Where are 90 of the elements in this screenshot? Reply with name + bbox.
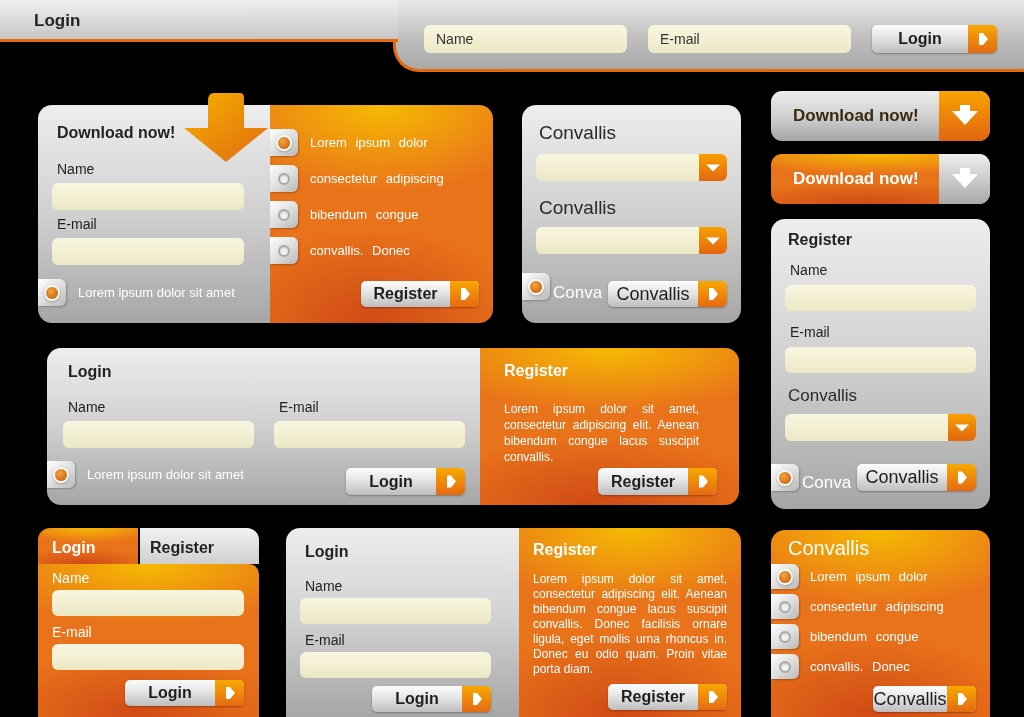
- arrow-right-icon: [450, 281, 479, 307]
- arrow-right-icon: [947, 686, 976, 712]
- text-field[interactable]: [785, 347, 976, 373]
- register-button[interactable]: Register: [608, 684, 727, 710]
- field-label: E-mail: [790, 324, 830, 341]
- text-field[interactable]: [63, 421, 254, 448]
- option-label: bibendum congue: [810, 628, 919, 645]
- arrow-down-icon: [939, 154, 990, 204]
- arrow-right-icon: [462, 686, 491, 712]
- option-label: consectetur adipiscing: [810, 598, 944, 615]
- caret-down-icon: [948, 414, 976, 441]
- radio-button[interactable]: [38, 279, 66, 306]
- field-label: Name: [57, 161, 95, 178]
- bar-title: Login: [34, 11, 81, 31]
- field-label: Name: [52, 570, 90, 587]
- email-field[interactable]: E-mail: [648, 25, 851, 53]
- login-button[interactable]: Login: [372, 686, 491, 712]
- radio-button[interactable]: [771, 624, 799, 649]
- radio-button[interactable]: [771, 564, 799, 589]
- radio-button[interactable]: [771, 594, 799, 619]
- field-label: Convallis: [788, 385, 857, 407]
- option-label: Lorem ipsum dolor: [810, 568, 928, 585]
- tab[interactable]: Register: [140, 528, 259, 564]
- field-label: Convallis: [539, 197, 617, 219]
- login-button[interactable]: Login: [346, 468, 465, 495]
- option-label: Lorem ipsum dolor sit amet: [87, 467, 244, 483]
- login-button[interactable]: Login: [125, 680, 244, 706]
- arrow-right-icon: [698, 281, 727, 307]
- arrow-right-icon: [436, 468, 465, 495]
- option-label: Conva: [802, 473, 852, 493]
- login-button[interactable]: Login: [872, 25, 997, 53]
- arrow-right-icon: [947, 464, 976, 491]
- arrow-right-icon: [215, 680, 244, 706]
- field-label: Convallis: [539, 122, 617, 144]
- submit-button[interactable]: Convallis: [857, 464, 976, 491]
- description-text: Lorem ipsum dolor sit amet, consectetur adipiscing elit. Aenean bibendum congue lacus suscipit convallis.: [504, 401, 699, 465]
- form-title: Login: [68, 362, 112, 382]
- arrow-down-icon: [939, 91, 990, 141]
- field-label: Name: [305, 578, 343, 595]
- form-title: Register: [504, 361, 569, 381]
- arrow-right-icon: [968, 25, 997, 53]
- text-field[interactable]: [785, 285, 976, 311]
- form-title: Register: [788, 230, 853, 250]
- radio-button[interactable]: [771, 464, 799, 491]
- dropdown-field[interactable]: [785, 414, 976, 441]
- text-field[interactable]: [300, 652, 491, 678]
- radio-button[interactable]: [270, 201, 298, 228]
- form-title: Download now!: [57, 123, 176, 143]
- arrow-down-icon: [184, 93, 268, 162]
- option-label: consectetur adipiscing: [310, 170, 444, 187]
- radio-button[interactable]: [270, 237, 298, 264]
- option-label: convallis. Donec: [310, 242, 410, 259]
- text-field[interactable]: [274, 421, 465, 448]
- field-label: Name: [68, 399, 106, 416]
- text-field[interactable]: [52, 644, 244, 670]
- option-label: Lorem ipsum dolor: [310, 134, 428, 151]
- register-button[interactable]: Register: [361, 281, 479, 307]
- description-text: Lorem ipsum dolor sit amet, consectetur adipiscing elit. Aenean bibendum congue lacus suscipit convallis. Donec facilisis ornare ligula, eget mollis urna rhoncus in. Donec eu odio quam. Proin vitae porta diam.: [533, 572, 727, 677]
- text-field[interactable]: [52, 183, 244, 210]
- field-label: E-mail: [57, 216, 97, 233]
- field-label: Name: [790, 262, 828, 279]
- submit-button[interactable]: Convallis: [608, 281, 727, 307]
- form-title: Register: [533, 540, 598, 560]
- radio-button[interactable]: [270, 129, 298, 156]
- download-button[interactable]: Download now!: [771, 91, 990, 141]
- card-title: Convallis: [788, 536, 870, 560]
- option-label: Lorem ipsum dolor sit amet: [78, 284, 235, 301]
- field-label: E-mail: [52, 624, 92, 641]
- option-label: Conva: [553, 283, 603, 303]
- radio-button[interactable]: [522, 273, 550, 300]
- option-label: convallis. Donec: [810, 658, 910, 675]
- register-button[interactable]: Register: [598, 468, 717, 495]
- radio-button[interactable]: [47, 461, 75, 488]
- radio-button[interactable]: [771, 654, 799, 679]
- arrow-right-icon: [688, 468, 717, 495]
- option-label: bibendum congue: [310, 206, 419, 223]
- text-field[interactable]: [52, 590, 244, 616]
- arrow-right-icon: [698, 684, 727, 710]
- form-title: Login: [305, 542, 349, 562]
- dropdown-field[interactable]: [536, 227, 727, 254]
- field-label: E-mail: [305, 632, 345, 649]
- field-label: E-mail: [279, 399, 319, 416]
- text-field[interactable]: [52, 238, 244, 265]
- caret-down-icon: [699, 227, 727, 254]
- name-field[interactable]: Name: [424, 25, 627, 53]
- radio-button[interactable]: [270, 165, 298, 192]
- dropdown-field[interactable]: [536, 154, 727, 181]
- submit-button[interactable]: Convallis: [873, 686, 976, 712]
- caret-down-icon: [699, 154, 727, 181]
- text-field[interactable]: [300, 598, 491, 624]
